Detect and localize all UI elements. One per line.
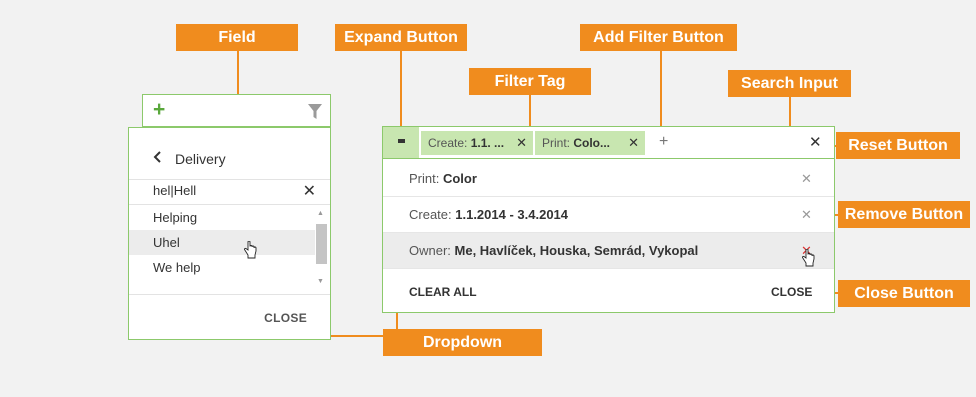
dropdown: Delivery hel|Hell ✕ Helping Uhel We help… (128, 127, 331, 340)
hand-cursor-icon (802, 249, 815, 267)
tag-remove-icon[interactable]: ✕ (516, 131, 527, 155)
scroll-up-icon[interactable]: ▲ (317, 210, 324, 217)
hand-cursor-icon (244, 241, 257, 259)
list-item[interactable]: We help (129, 255, 315, 280)
add-filter-callout: Add Filter Button (580, 24, 737, 51)
plus-icon[interactable]: + (153, 99, 165, 121)
field-callout: Field (176, 24, 298, 51)
dropdown-callout: Dropdown (383, 329, 542, 356)
search-input-callout: Search Input (728, 70, 851, 97)
back-chevron-icon[interactable] (153, 150, 161, 166)
filter-row-value: Color (442, 171, 477, 186)
dropdown-callout-line-left (324, 335, 384, 337)
search-clear-icon[interactable]: ✕ (303, 181, 316, 201)
filter-field[interactable]: + (142, 94, 331, 127)
dropdown-close-button[interactable]: CLOSE (264, 311, 307, 325)
filter-tag-callout: Filter Tag (469, 68, 591, 95)
filter-row[interactable]: Print: Color ✕ (383, 161, 834, 197)
filter-row[interactable]: Create: 1.1.2014 - 3.4.2014 ✕ (383, 197, 834, 233)
dropdown-title: Delivery (175, 151, 226, 167)
filter-bar: Create: 1.1. ... ✕ Print: Colo... ✕ + ✕ (382, 126, 835, 159)
panel-close-button[interactable]: CLOSE (771, 285, 812, 299)
filter-row-value: Me, Havlíček, Houska, Semrád, Vykopal (454, 243, 699, 258)
scrollbar[interactable]: ▲ ▼ (315, 208, 328, 292)
filter-tag-value: 1.1. ... (470, 136, 505, 150)
filter-row[interactable]: Owner: Me, Havlíček, Houska, Semrád, Vyk… (383, 233, 834, 269)
filter-row-label: Create: (409, 207, 456, 222)
add-filter-button[interactable]: + (659, 133, 668, 151)
reset-button-callout: Reset Button (836, 132, 960, 159)
filter-row-label: Print: (409, 171, 443, 186)
clear-all-button[interactable]: CLEAR ALL (409, 285, 477, 299)
filter-tag-label: Create: (428, 136, 471, 150)
expand-button-callout: Expand Button (335, 24, 467, 51)
remove-button-callout: Remove Button (838, 201, 970, 228)
close-button-callout: Close Button (838, 280, 970, 307)
expand-callout-line (400, 50, 402, 138)
filter-row-label: Owner: (409, 243, 455, 258)
list-item[interactable]: Helping (129, 205, 315, 230)
filter-row-value: 1.1.2014 - 3.4.2014 (455, 207, 569, 222)
divider (129, 179, 330, 180)
expand-button[interactable] (383, 127, 419, 158)
filter-panel: Print: Color ✕ Create: 1.1.2014 - 3.4.20… (382, 159, 835, 313)
remove-icon[interactable]: ✕ (801, 161, 812, 197)
divider (129, 294, 330, 295)
filter-tag-label: Print: (542, 136, 574, 150)
scrollbar-thumb[interactable] (316, 224, 327, 264)
list-item[interactable]: Uhel (129, 230, 315, 255)
expand-icon (398, 139, 405, 143)
filter-tag[interactable]: Create: 1.1. ... ✕ (421, 131, 533, 155)
filter-tag-value: Colo... (573, 136, 611, 150)
filter-tag[interactable]: Print: Colo... ✕ (535, 131, 645, 155)
reset-icon[interactable]: ✕ (809, 133, 822, 151)
funnel-icon[interactable] (308, 104, 322, 120)
tag-remove-icon[interactable]: ✕ (628, 131, 639, 155)
remove-icon[interactable]: ✕ (801, 197, 812, 233)
scroll-down-icon[interactable]: ▼ (317, 278, 324, 285)
dropdown-search-input[interactable]: hel|Hell (153, 183, 196, 198)
